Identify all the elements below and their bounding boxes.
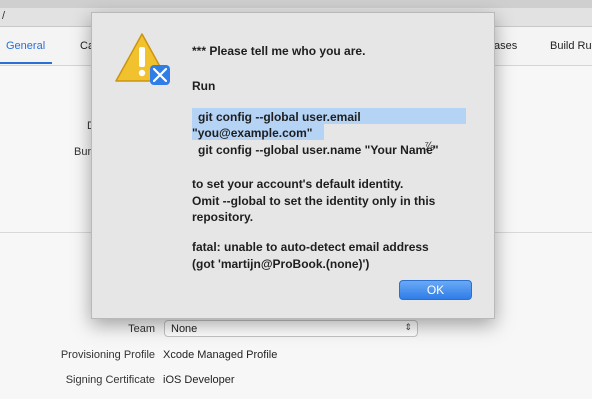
tab-general[interactable]: General bbox=[6, 40, 45, 52]
provisioning-profile-label: Provisioning Profile bbox=[60, 349, 155, 361]
git-email-value[interactable]: "you@example.com" bbox=[192, 126, 312, 140]
tab-build-rules[interactable]: Build Ru bbox=[550, 40, 592, 52]
git-identity-alert: *** Please tell me who you are. Run git … bbox=[91, 12, 495, 319]
team-select[interactable]: None ⇕ bbox=[164, 320, 418, 337]
tab-build-phases[interactable]: ases bbox=[494, 40, 517, 52]
description-line: repository. bbox=[192, 210, 254, 224]
tab-general-indicator bbox=[0, 62, 52, 64]
provisioning-profile-value: Xcode Managed Profile bbox=[163, 349, 278, 361]
team-select-value: None bbox=[171, 323, 198, 335]
description-line: Omit --global to set the identity only i… bbox=[192, 194, 436, 208]
signing-certificate-value: iOS Developer bbox=[163, 374, 235, 386]
run-label: Run bbox=[192, 79, 216, 93]
team-label: Team bbox=[128, 323, 155, 335]
git-name-command[interactable]: git config --global user.name "Your Name… bbox=[198, 143, 439, 157]
error-message: fatal: unable to auto-detect email addre… bbox=[192, 240, 429, 254]
toolbar-fragment: / bbox=[2, 10, 6, 22]
select-arrows-icon: ⇕ bbox=[404, 322, 412, 332]
ok-button[interactable]: OK bbox=[399, 280, 472, 300]
error-message: (got 'martijn@ProBook.(none)') bbox=[192, 257, 370, 271]
warning-icon bbox=[115, 33, 170, 85]
description-line: to set your account's default identity. bbox=[192, 177, 404, 191]
window-top-edge bbox=[0, 0, 592, 8]
alert-title: *** Please tell me who you are. bbox=[192, 44, 366, 58]
signing-certificate-label: Signing Certificate bbox=[65, 374, 155, 386]
git-email-command[interactable]: git config --global user.email bbox=[198, 110, 361, 124]
